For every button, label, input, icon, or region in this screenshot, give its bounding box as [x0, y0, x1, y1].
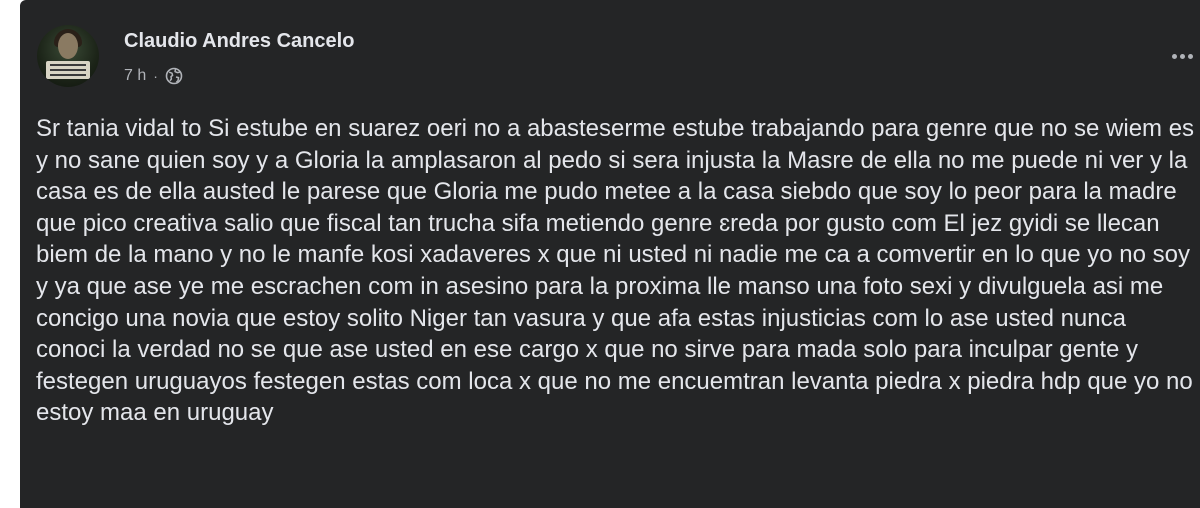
post-card: Claudio Andres Cancelo 7 h · Sr tania vi…: [20, 0, 1200, 508]
post-meta: 7 h ·: [124, 65, 183, 87]
post-timestamp[interactable]: 7 h: [124, 67, 146, 85]
author-name[interactable]: Claudio Andres Cancelo: [124, 30, 354, 53]
more-options-button[interactable]: [1164, 38, 1200, 74]
avatar-sign: [46, 61, 90, 79]
globe-icon[interactable]: [165, 67, 183, 85]
post-body-text: Sr tania vidal to Si estube en suarez oe…: [36, 115, 1195, 427]
avatar[interactable]: [37, 25, 99, 87]
avatar-face: [58, 33, 78, 59]
meta-separator: ·: [153, 68, 158, 84]
more-horizontal-icon: [1171, 53, 1193, 59]
